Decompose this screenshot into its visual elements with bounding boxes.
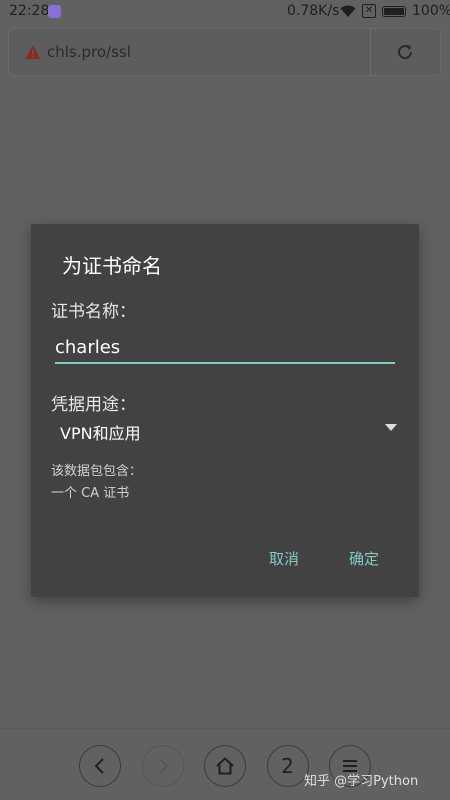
url-text[interactable]: chls.pro/ssl (47, 43, 131, 61)
package-contents-label: 该数据包包含： (51, 464, 143, 479)
back-button[interactable] (79, 745, 121, 787)
status-bar: 22:28 0.78K/s ✕ 100% (0, 0, 450, 24)
certificate-name-dialog: 为证书命名 证书名称： 凭据用途： VPN和应用 该数据包包含： 一个 CA 证… (31, 224, 419, 597)
warning-icon[interactable] (25, 44, 41, 60)
reload-icon[interactable] (395, 42, 415, 62)
address-bar-divider (370, 29, 371, 75)
battery-icon (382, 6, 406, 17)
package-contents-value: 一个 CA 证书 (51, 486, 130, 501)
cancel-button[interactable]: 取消 (269, 548, 299, 569)
sim-icon: ✕ (362, 4, 376, 18)
network-speed: 0.78K/s (287, 3, 340, 19)
forward-icon[interactable] (152, 755, 174, 777)
ok-button[interactable]: 确定 (349, 548, 379, 569)
app-notification-icon (48, 5, 61, 18)
dialog-title: 为证书命名 (62, 254, 162, 278)
credential-usage-select[interactable]: VPN和应用 (51, 416, 397, 446)
bottom-navigation: 2 (0, 728, 450, 800)
battery-percent: 100% (412, 3, 450, 19)
wifi-icon (340, 5, 356, 17)
credential-usage-label: 凭据用途： (51, 395, 136, 415)
tabs-button[interactable]: 2 (267, 745, 309, 787)
back-icon[interactable] (89, 755, 111, 777)
watermark-text: 知乎 @学习Python (304, 774, 419, 789)
tab-count[interactable]: 2 (268, 754, 307, 778)
address-bar[interactable]: chls.pro/ssl (8, 28, 441, 76)
toolbar-divider (0, 84, 450, 85)
home-icon[interactable] (214, 755, 236, 777)
forward-button[interactable] (142, 745, 184, 787)
dropdown-arrow-icon[interactable] (385, 424, 397, 431)
home-button[interactable] (204, 745, 246, 787)
certificate-name-label: 证书名称： (51, 302, 136, 322)
certificate-name-input[interactable] (55, 332, 395, 364)
status-time: 22:28 (9, 3, 50, 19)
credential-usage-value[interactable]: VPN和应用 (60, 420, 141, 444)
